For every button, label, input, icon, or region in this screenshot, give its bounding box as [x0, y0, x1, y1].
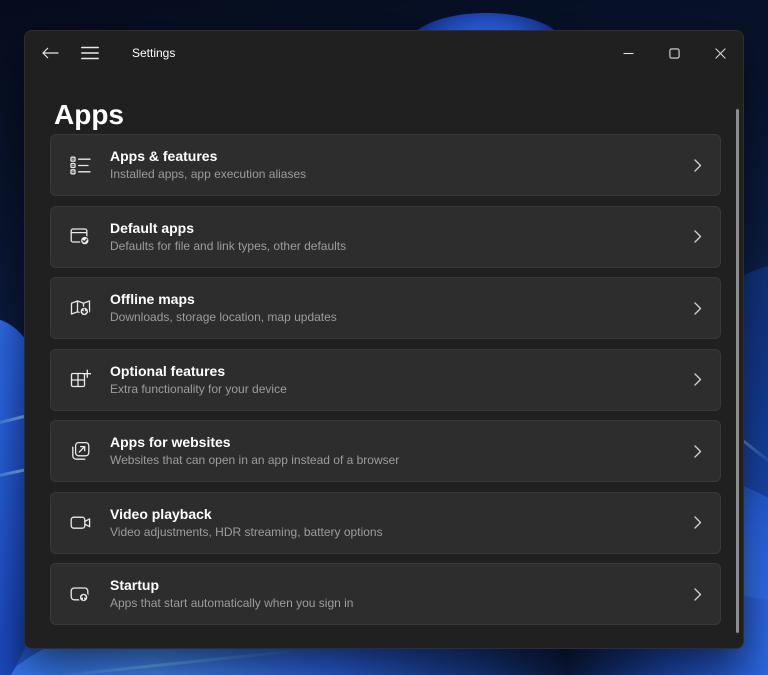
maximize-button[interactable]: [651, 31, 697, 75]
apps-features-icon: [70, 155, 91, 176]
apps-for-websites-icon: [70, 441, 91, 462]
list-item-subtitle: Apps that start automatically when you s…: [110, 596, 694, 611]
arrow-left-icon: [42, 47, 59, 59]
list-item-text: Offline maps Downloads, storage location…: [110, 291, 694, 325]
settings-window: Settings: [24, 30, 744, 649]
list-item-subtitle: Websites that can open in an app instead…: [110, 453, 694, 468]
list-item-title: Apps & features: [110, 148, 694, 165]
list-item-title: Startup: [110, 577, 694, 594]
list-item-title: Video playback: [110, 506, 694, 523]
titlebar[interactable]: Settings: [25, 31, 743, 75]
window-controls: [605, 31, 743, 75]
app-title: Settings: [132, 46, 175, 60]
list-item-text: Default apps Defaults for file and link …: [110, 220, 694, 254]
list-item-startup[interactable]: Startup Apps that start automatically wh…: [50, 563, 721, 625]
close-icon: [715, 48, 726, 59]
scrollbar[interactable]: [736, 109, 739, 633]
list-item-title: Apps for websites: [110, 434, 694, 451]
page-title: Apps: [54, 98, 124, 132]
chevron-right-icon: [694, 445, 702, 458]
settings-list: Apps & features Installed apps, app exec…: [50, 134, 721, 625]
back-button[interactable]: [34, 37, 66, 69]
maximize-icon: [669, 48, 680, 59]
list-item-offline-maps[interactable]: Offline maps Downloads, storage location…: [50, 277, 721, 339]
chevron-right-icon: [694, 373, 702, 386]
chevron-right-icon: [694, 516, 702, 529]
startup-icon: [70, 584, 91, 605]
chevron-right-icon: [694, 159, 702, 172]
list-item-apps-for-websites[interactable]: Apps for websites Websites that can open…: [50, 420, 721, 482]
chevron-right-icon: [694, 588, 702, 601]
list-item-title: Default apps: [110, 220, 694, 237]
chevron-right-icon: [694, 230, 702, 243]
offline-maps-icon: [70, 298, 91, 319]
optional-features-icon: [70, 369, 91, 390]
list-item-text: Apps for websites Websites that can open…: [110, 434, 694, 468]
minimize-button[interactable]: [605, 31, 651, 75]
list-item-subtitle: Downloads, storage location, map updates: [110, 310, 694, 325]
close-button[interactable]: [697, 31, 743, 75]
list-item-text: Optional features Extra functionality fo…: [110, 363, 694, 397]
list-item-text: Apps & features Installed apps, app exec…: [110, 148, 694, 182]
list-item-subtitle: Extra functionality for your device: [110, 382, 694, 397]
list-item-text: Video playback Video adjustments, HDR st…: [110, 506, 694, 540]
list-item-text: Startup Apps that start automatically wh…: [110, 577, 694, 611]
default-apps-icon: [70, 226, 91, 247]
list-item-default-apps[interactable]: Default apps Defaults for file and link …: [50, 206, 721, 268]
list-item-subtitle: Video adjustments, HDR streaming, batter…: [110, 525, 694, 540]
navigation-menu-button[interactable]: [74, 37, 106, 69]
list-item-subtitle: Defaults for file and link types, other …: [110, 239, 694, 254]
minimize-icon: [623, 48, 634, 59]
hamburger-icon: [81, 46, 99, 60]
list-item-video-playback[interactable]: Video playback Video adjustments, HDR st…: [50, 492, 721, 554]
list-item-title: Offline maps: [110, 291, 694, 308]
video-playback-icon: [70, 512, 91, 533]
list-item-optional-features[interactable]: Optional features Extra functionality fo…: [50, 349, 721, 411]
list-item-apps-features[interactable]: Apps & features Installed apps, app exec…: [50, 134, 721, 196]
list-item-subtitle: Installed apps, app execution aliases: [110, 167, 694, 182]
chevron-right-icon: [694, 302, 702, 315]
list-item-title: Optional features: [110, 363, 694, 380]
